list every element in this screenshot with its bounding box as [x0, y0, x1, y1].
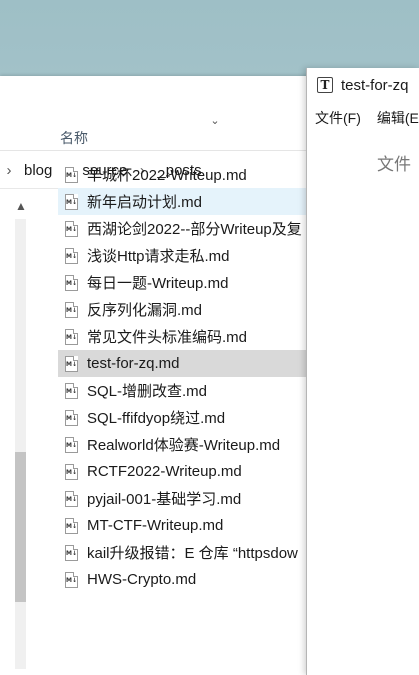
- breadcrumb-item-blog[interactable]: blog: [18, 162, 58, 179]
- markdown-file-icon: [65, 517, 78, 534]
- markdown-file-icon: [65, 328, 78, 345]
- typora-window: T test-for-zq 文件(F) 编辑(E 文件: [306, 68, 419, 675]
- sidebar-tab-files[interactable]: 文件: [377, 150, 411, 175]
- sort-chevron-down-icon: ⌄: [210, 115, 220, 127]
- markdown-file-icon: [65, 409, 78, 426]
- file-name: Realworld体验赛-Writeup.md: [87, 437, 281, 454]
- column-header-name[interactable]: 名称: [60, 128, 88, 148]
- markdown-file-icon: [65, 463, 78, 480]
- markdown-file-icon: [65, 193, 78, 210]
- chevron-right-icon[interactable]: ›: [0, 162, 18, 179]
- menu-edit[interactable]: 编辑(E: [369, 108, 419, 128]
- file-name: 常见文件头标准编码.md: [87, 329, 248, 346]
- markdown-file-icon: [65, 274, 78, 291]
- typora-title-bar[interactable]: T test-for-zq: [307, 68, 419, 102]
- file-name: 羊城杯2022-Writeup.md: [87, 167, 247, 184]
- file-name: SQL-ffifdyop绕过.md: [87, 410, 226, 427]
- markdown-file-icon: [65, 355, 78, 372]
- file-name: test-for-zq.md: [87, 355, 180, 372]
- file-name: MT-CTF-Writeup.md: [87, 517, 224, 534]
- window-title: test-for-zq: [341, 76, 409, 94]
- typora-logo-icon: T: [317, 77, 333, 93]
- file-name: pyjail-001-基础学习.md: [87, 491, 242, 508]
- markdown-file-icon: [65, 571, 78, 588]
- navigation-pane: ▲: [0, 189, 40, 675]
- file-name: 浅谈Http请求走私.md: [87, 248, 230, 265]
- file-name: 新年启动计划.md: [87, 194, 203, 211]
- menu-bar: 文件(F) 编辑(E: [307, 106, 419, 130]
- file-name: HWS-Crypto.md: [87, 571, 197, 588]
- markdown-file-icon: [65, 490, 78, 507]
- menu-file[interactable]: 文件(F): [307, 108, 369, 128]
- markdown-file-icon: [65, 166, 78, 183]
- file-name: 反序列化漏洞.md: [87, 302, 203, 319]
- markdown-file-icon: [65, 436, 78, 453]
- file-name: 西湖论剑2022--部分Writeup及复: [87, 221, 302, 238]
- markdown-file-icon: [65, 220, 78, 237]
- file-name: RCTF2022-Writeup.md: [87, 463, 242, 480]
- file-name: 每日一题-Writeup.md: [87, 275, 229, 292]
- markdown-file-icon: [65, 544, 78, 561]
- file-name: SQL-增删改查.md: [87, 383, 208, 400]
- scrollbar-thumb[interactable]: [15, 452, 26, 602]
- file-name: kail升级报错：E 仓库 “httpsdow: [87, 545, 298, 562]
- scroll-up-arrow-icon[interactable]: ▲: [14, 199, 28, 213]
- markdown-file-icon: [65, 247, 78, 264]
- markdown-file-icon: [65, 382, 78, 399]
- markdown-file-icon: [65, 301, 78, 318]
